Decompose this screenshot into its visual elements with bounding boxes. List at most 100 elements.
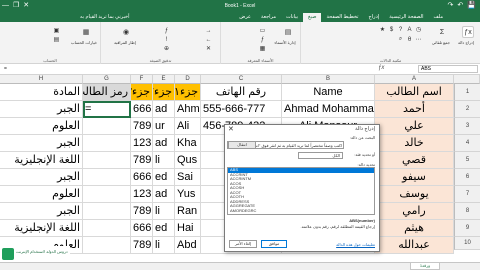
- close-icon[interactable]: ✕: [23, 1, 29, 10]
- help-link[interactable]: تعليمات حول هذه الدالة: [336, 242, 375, 247]
- cell-student-code[interactable]: [83, 152, 131, 169]
- cell-student-code[interactable]: [83, 169, 131, 186]
- cell-student-name-ar[interactable]: خالد: [375, 135, 454, 152]
- cell-student-name-ar[interactable]: علي: [375, 118, 454, 135]
- row-header-3[interactable]: 3: [454, 118, 480, 135]
- cell-student-code[interactable]: [83, 186, 131, 203]
- calculate-now-icon[interactable]: ▣: [53, 27, 60, 34]
- cell-part1[interactable]: Ali: [175, 118, 201, 135]
- cell-subject[interactable]: اللغة الإنجليزية: [0, 152, 83, 169]
- header-cell-part2[interactable]: جزء٢: [153, 84, 175, 101]
- cell-name[interactable]: Ahmad Mohammad: [282, 101, 375, 118]
- tab-home[interactable]: الصفحة الرئيسية: [384, 13, 428, 22]
- column-header-d[interactable]: D: [175, 75, 201, 84]
- tell-me-search[interactable]: أخبرني بما تريد القيام به: [80, 14, 129, 20]
- cell-student-name-ar[interactable]: قصي: [375, 152, 454, 169]
- date-time-icon[interactable]: ◷: [415, 26, 422, 33]
- cell-subject[interactable]: الجبر: [0, 135, 83, 152]
- row-header-9[interactable]: 9: [454, 220, 480, 237]
- cell-subject[interactable]: اللغة الإنجليزية: [0, 220, 83, 237]
- cell-student-name-ar[interactable]: يوسف: [375, 186, 454, 203]
- cell-part1[interactable]: Sai: [175, 169, 201, 186]
- cell-part1[interactable]: Hai: [175, 220, 201, 237]
- header-cell-part1[interactable]: جزء١: [175, 84, 201, 101]
- minimize-icon[interactable]: —: [2, 1, 9, 10]
- cell-part3[interactable]: 123: [131, 186, 153, 203]
- row-header-6[interactable]: 6: [454, 169, 480, 186]
- cell-part1[interactable]: Ran: [175, 203, 201, 220]
- tab-formulas[interactable]: صيغ: [303, 13, 322, 22]
- ok-button[interactable]: موافق: [261, 240, 287, 248]
- math-icon[interactable]: θ: [406, 36, 413, 43]
- cell-subject[interactable]: الجبر: [0, 169, 83, 186]
- undo-icon[interactable]: ↶: [457, 1, 463, 10]
- cell-student-name-ar[interactable]: أحمد: [375, 101, 454, 118]
- column-header-a[interactable]: A: [375, 75, 454, 84]
- cell-part3[interactable]: 789: [131, 203, 153, 220]
- formula-input[interactable]: =: [4, 66, 374, 73]
- cell-part2[interactable]: ur: [153, 118, 175, 135]
- use-in-formula-icon[interactable]: ƒ: [259, 36, 266, 43]
- cell-subject[interactable]: العلوم: [0, 118, 83, 135]
- error-checking-icon[interactable]: !: [163, 36, 170, 43]
- cell-part1[interactable]: Yus: [175, 186, 201, 203]
- tab-data[interactable]: بيانات: [281, 13, 303, 22]
- fx-icon[interactable]: ƒx: [378, 65, 384, 71]
- evaluate-formula-icon[interactable]: ⊕: [163, 45, 170, 52]
- text-icon[interactable]: A: [406, 26, 413, 33]
- active-cell-student-code[interactable]: =: [83, 101, 131, 118]
- column-header-f[interactable]: F: [131, 75, 153, 84]
- create-from-selection-icon[interactable]: ▦: [259, 45, 266, 52]
- function-list[interactable]: ABS ACCRINT ACCRINTM ACOS ACOSH ACOT ACO…: [227, 167, 375, 215]
- column-header-c[interactable]: C: [201, 75, 282, 84]
- cell-student-name-ar[interactable]: رامي: [375, 203, 454, 220]
- header-cell-student-code[interactable]: رمز الطالب: [83, 84, 131, 101]
- tab-view[interactable]: عرض: [234, 13, 256, 22]
- cell-subject[interactable]: الجبر: [0, 203, 83, 220]
- cell-part3[interactable]: 666: [131, 169, 153, 186]
- cell-student-code[interactable]: [83, 220, 131, 237]
- cell-part3[interactable]: 789: [131, 237, 153, 254]
- column-header-h[interactable]: H: [0, 75, 83, 84]
- row-header-7[interactable]: 7: [454, 186, 480, 203]
- row-header-5[interactable]: 5: [454, 152, 480, 169]
- show-formulas-icon[interactable]: ƒ: [163, 27, 170, 34]
- select-all-corner[interactable]: [454, 75, 480, 84]
- go-button[interactable]: انتقال: [228, 141, 256, 149]
- tab-page-layout[interactable]: تخطيط الصفحة: [321, 13, 363, 22]
- cell-part3[interactable]: 123: [131, 135, 153, 152]
- trace-precedents-icon[interactable]: →: [205, 27, 212, 34]
- cell-part3[interactable]: 666: [131, 220, 153, 237]
- name-manager-icon[interactable]: ▤: [282, 26, 294, 38]
- column-header-b[interactable]: B: [282, 75, 375, 84]
- cell-part2[interactable]: ad: [153, 135, 175, 152]
- header-cell-subject[interactable]: المادة: [0, 84, 83, 101]
- column-header-g[interactable]: G: [83, 75, 131, 84]
- row-header-2[interactable]: 2: [454, 101, 480, 118]
- dialog-close-icon[interactable]: ✕: [228, 125, 234, 133]
- category-select[interactable]: الكل: [298, 152, 343, 159]
- redo-icon[interactable]: ↷: [448, 1, 454, 10]
- name-box[interactable]: ABS: [418, 65, 478, 73]
- cell-part1[interactable]: Ahm: [175, 101, 201, 118]
- insert-function-icon[interactable]: ƒx: [462, 26, 474, 38]
- cell-part1[interactable]: Kha: [175, 135, 201, 152]
- sheet-tab[interactable]: ورقة1: [410, 263, 440, 270]
- more-functions-icon[interactable]: ⋯: [415, 36, 422, 43]
- cell-part2[interactable]: ad: [153, 101, 175, 118]
- cell-student-name-ar[interactable]: سيفو: [375, 169, 454, 186]
- lookup-icon[interactable]: ⌕: [397, 36, 404, 43]
- cell-phone[interactable]: 555-666-777: [201, 101, 282, 118]
- function-list-item[interactable]: AMORDEGRC: [228, 208, 374, 214]
- cell-student-code[interactable]: [83, 237, 131, 254]
- define-name-icon[interactable]: ▭: [259, 27, 266, 34]
- header-cell-part3[interactable]: جزء٣: [131, 84, 153, 101]
- cell-student-name-ar[interactable]: عبدالله: [375, 237, 454, 254]
- financial-icon[interactable]: $: [388, 26, 395, 33]
- maximize-icon[interactable]: ❐: [13, 1, 19, 10]
- recent-icon[interactable]: ★: [379, 26, 386, 33]
- trace-dependents-icon[interactable]: ←: [205, 36, 212, 43]
- cell-part3[interactable]: 789: [131, 118, 153, 135]
- save-icon[interactable]: 💾: [467, 1, 476, 10]
- row-header-4[interactable]: 4: [454, 135, 480, 152]
